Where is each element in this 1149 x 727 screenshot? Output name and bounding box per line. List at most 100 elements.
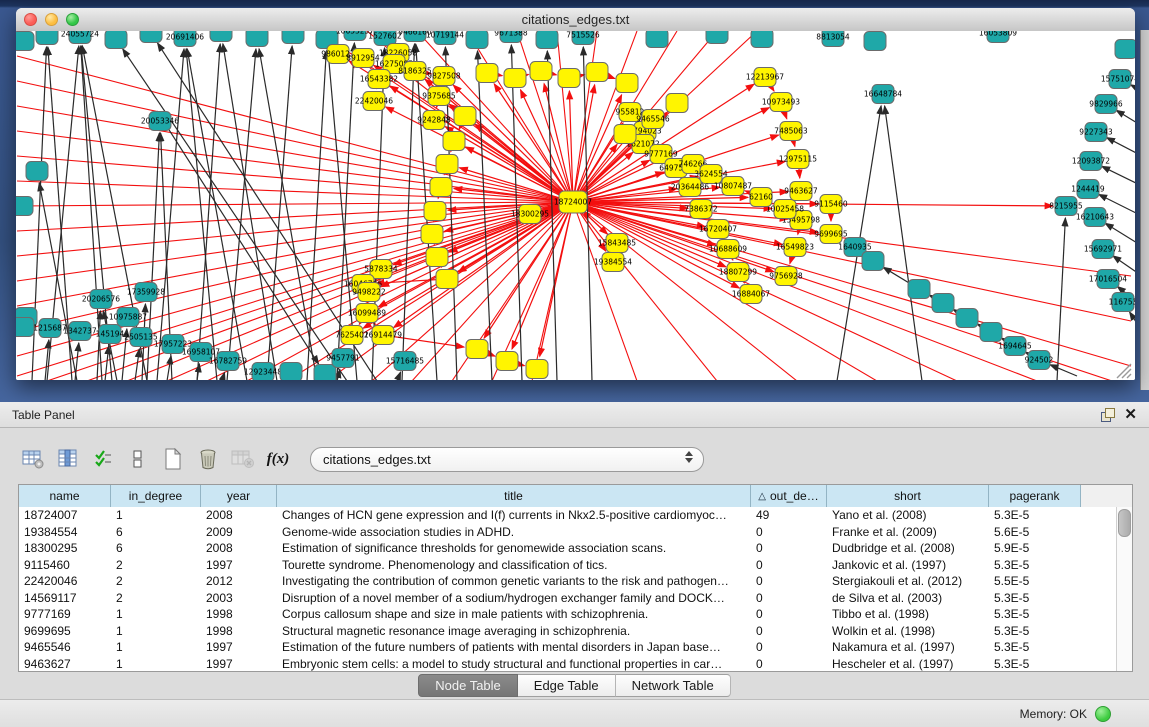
graph-node[interactable] xyxy=(436,270,458,289)
table-cell[interactable]: 0 xyxy=(751,558,827,572)
table-cell[interactable]: Dudbridge et al. (2008) xyxy=(827,541,989,555)
graph-node[interactable] xyxy=(980,323,1002,342)
graph-node[interactable] xyxy=(16,197,33,216)
graph-node[interactable] xyxy=(466,340,488,359)
table-cell[interactable]: de Silva et al. (2003) xyxy=(827,591,989,605)
table-cell[interactable]: Investigating the contribution of common… xyxy=(277,574,751,588)
table-cell[interactable]: 19384554 xyxy=(19,525,111,539)
table-cell[interactable]: Changes of HCN gene expression and I(f) … xyxy=(277,508,751,522)
graph-node[interactable] xyxy=(908,280,930,299)
column-header-in-degree[interactable]: in_degree xyxy=(111,485,201,507)
graph-node[interactable] xyxy=(476,64,498,83)
table-cell[interactable]: 1 xyxy=(111,607,201,621)
graph-node[interactable] xyxy=(426,248,448,267)
table-selector-combo[interactable]: citations_edges.txt xyxy=(310,447,704,472)
table-cell[interactable]: Nakamura et al. (1997) xyxy=(827,640,989,654)
table-cell[interactable]: 2 xyxy=(111,558,201,572)
tab-node-table[interactable]: Node Table xyxy=(418,674,518,697)
table-cell[interactable]: 9465546 xyxy=(19,640,111,654)
table-cell[interactable]: 5.3E-5 xyxy=(989,657,1081,671)
table-row[interactable]: 1456911722003Disruption of a novel membe… xyxy=(19,590,1132,607)
table-cell[interactable]: 5.6E-5 xyxy=(989,525,1081,539)
graph-node[interactable] xyxy=(430,178,452,197)
column-header-pagerank[interactable]: pagerank xyxy=(989,485,1081,507)
delete-table-icon[interactable] xyxy=(226,444,260,474)
table-cell[interactable]: 1 xyxy=(111,640,201,654)
function-builder-icon[interactable]: f(x) xyxy=(261,444,295,474)
table-cell[interactable]: Structural magnetic resonance image aver… xyxy=(277,624,751,638)
table-cell[interactable]: 2009 xyxy=(201,525,277,539)
window-resize-grip[interactable] xyxy=(1122,369,1131,378)
graph-node[interactable] xyxy=(443,132,465,151)
table-cell[interactable]: 2012 xyxy=(201,574,277,588)
table-cell[interactable]: Yano et al. (2008) xyxy=(827,508,989,522)
table-cell[interactable]: 1 xyxy=(111,508,201,522)
graph-node[interactable] xyxy=(706,31,728,44)
table-row[interactable]: 946554611997Estimation of the future num… xyxy=(19,639,1132,656)
tab-network-table[interactable]: Network Table xyxy=(616,674,731,697)
network-canvas[interactable]: 2405572420691406106532571527602946616010… xyxy=(16,31,1135,380)
table-cell[interactable]: Embryonic stem cells: a model to study s… xyxy=(277,657,751,671)
graph-node[interactable] xyxy=(421,225,443,244)
table-cell[interactable]: Estimation of the future numbers of pati… xyxy=(277,640,751,654)
table-scrollbar[interactable] xyxy=(1116,507,1132,671)
graph-node[interactable] xyxy=(105,31,127,49)
table-cell[interactable]: 5.3E-5 xyxy=(989,591,1081,605)
table-cell[interactable]: 5.3E-5 xyxy=(989,624,1081,638)
citation-graph[interactable]: 2405572420691406106532571527602946616010… xyxy=(16,31,1135,380)
graph-node[interactable] xyxy=(466,31,488,49)
table-cell[interactable]: 5.3E-5 xyxy=(989,607,1081,621)
table-cell[interactable]: 0 xyxy=(751,574,827,588)
graph-node[interactable] xyxy=(16,318,34,337)
delete-icon[interactable] xyxy=(191,444,225,474)
graph-node[interactable] xyxy=(932,294,954,313)
graph-node[interactable] xyxy=(246,31,268,47)
column-header-name[interactable]: name xyxy=(19,485,111,507)
graph-node[interactable] xyxy=(140,31,162,43)
graph-node[interactable] xyxy=(210,31,232,42)
table-cell[interactable]: Franke et al. (2009) xyxy=(827,525,989,539)
table-cell[interactable]: Estimation of significance thresholds fo… xyxy=(277,541,751,555)
table-cell[interactable]: 1 xyxy=(111,624,201,638)
graph-node[interactable] xyxy=(956,309,978,328)
table-cell[interactable]: 1997 xyxy=(201,657,277,671)
table-cell[interactable]: 2008 xyxy=(201,508,277,522)
table-cell[interactable]: Stergiakouli et al. (2012) xyxy=(827,574,989,588)
column-header-short[interactable]: short xyxy=(827,485,989,507)
table-cell[interactable]: Hescheler et al. (1997) xyxy=(827,657,989,671)
column-header-year[interactable]: year xyxy=(201,485,277,507)
table-cell[interactable]: 1998 xyxy=(201,607,277,621)
table-cell[interactable]: 9699695 xyxy=(19,624,111,638)
table-cell[interactable]: Tibbo et al. (1998) xyxy=(827,607,989,621)
table-cell[interactable]: 2003 xyxy=(201,591,277,605)
table-cell[interactable]: 9115460 xyxy=(19,558,111,572)
table-cell[interactable]: Corpus callosum shape and size in male p… xyxy=(277,607,751,621)
table-cell[interactable]: 22420046 xyxy=(19,574,111,588)
table-cell[interactable]: 1997 xyxy=(201,640,277,654)
table-cell[interactable]: 5.9E-5 xyxy=(989,541,1081,555)
table-row[interactable]: 1830029562008Estimation of significance … xyxy=(19,540,1132,557)
graph-node[interactable] xyxy=(614,125,636,144)
table-row[interactable]: 911546021997Tourette syndrome. Phenomeno… xyxy=(19,557,1132,574)
table-cell[interactable]: 2008 xyxy=(201,541,277,555)
graph-node[interactable] xyxy=(526,360,548,379)
table-cell[interactable]: 0 xyxy=(751,591,827,605)
graph-node[interactable] xyxy=(26,162,48,181)
table-cell[interactable]: 2 xyxy=(111,591,201,605)
table-cell[interactable]: 0 xyxy=(751,657,827,671)
table-cell[interactable]: 2 xyxy=(111,574,201,588)
table-cell[interactable]: 0 xyxy=(751,624,827,638)
network-view-window[interactable]: citations_edges.txt 24055724206914061065… xyxy=(16,8,1135,380)
table-cell[interactable]: 0 xyxy=(751,541,827,555)
table-cell[interactable]: 0 xyxy=(751,525,827,539)
select-all-icon[interactable] xyxy=(86,444,120,474)
table-cell[interactable]: 14569117 xyxy=(19,591,111,605)
column-select-icon[interactable] xyxy=(51,444,85,474)
table-cell[interactable]: 0 xyxy=(751,640,827,654)
window-resize-grip[interactable] xyxy=(1127,374,1131,378)
table-cell[interactable]: 1998 xyxy=(201,624,277,638)
graph-node[interactable] xyxy=(586,63,608,82)
table-cell[interactable]: 1 xyxy=(111,657,201,671)
tab-edge-table[interactable]: Edge Table xyxy=(518,674,616,697)
table-cell[interactable]: 1997 xyxy=(201,558,277,572)
